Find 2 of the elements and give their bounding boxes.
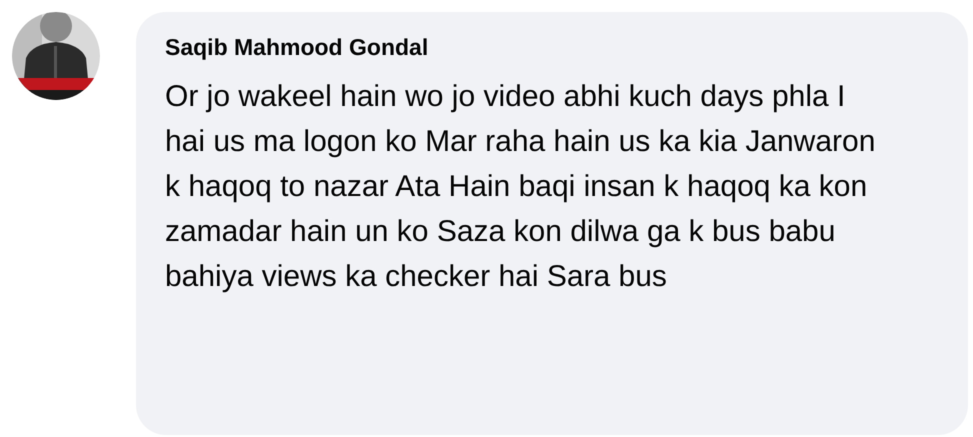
author-name[interactable]: Saqib Mahmood Gondal — [165, 32, 428, 62]
comment-text: Or jo wakeel hain wo jo video abhi kuch days phla I hai us ma logon ko Mar raha hain us ka kia Janwaron k haqoq to nazar Ata Hain baqi insan k haqoq ka kon zamadar hain un ko Saza kon dilwa ga k bus babu bahiya views ka checker hai Sara bus — [165, 79, 876, 295]
